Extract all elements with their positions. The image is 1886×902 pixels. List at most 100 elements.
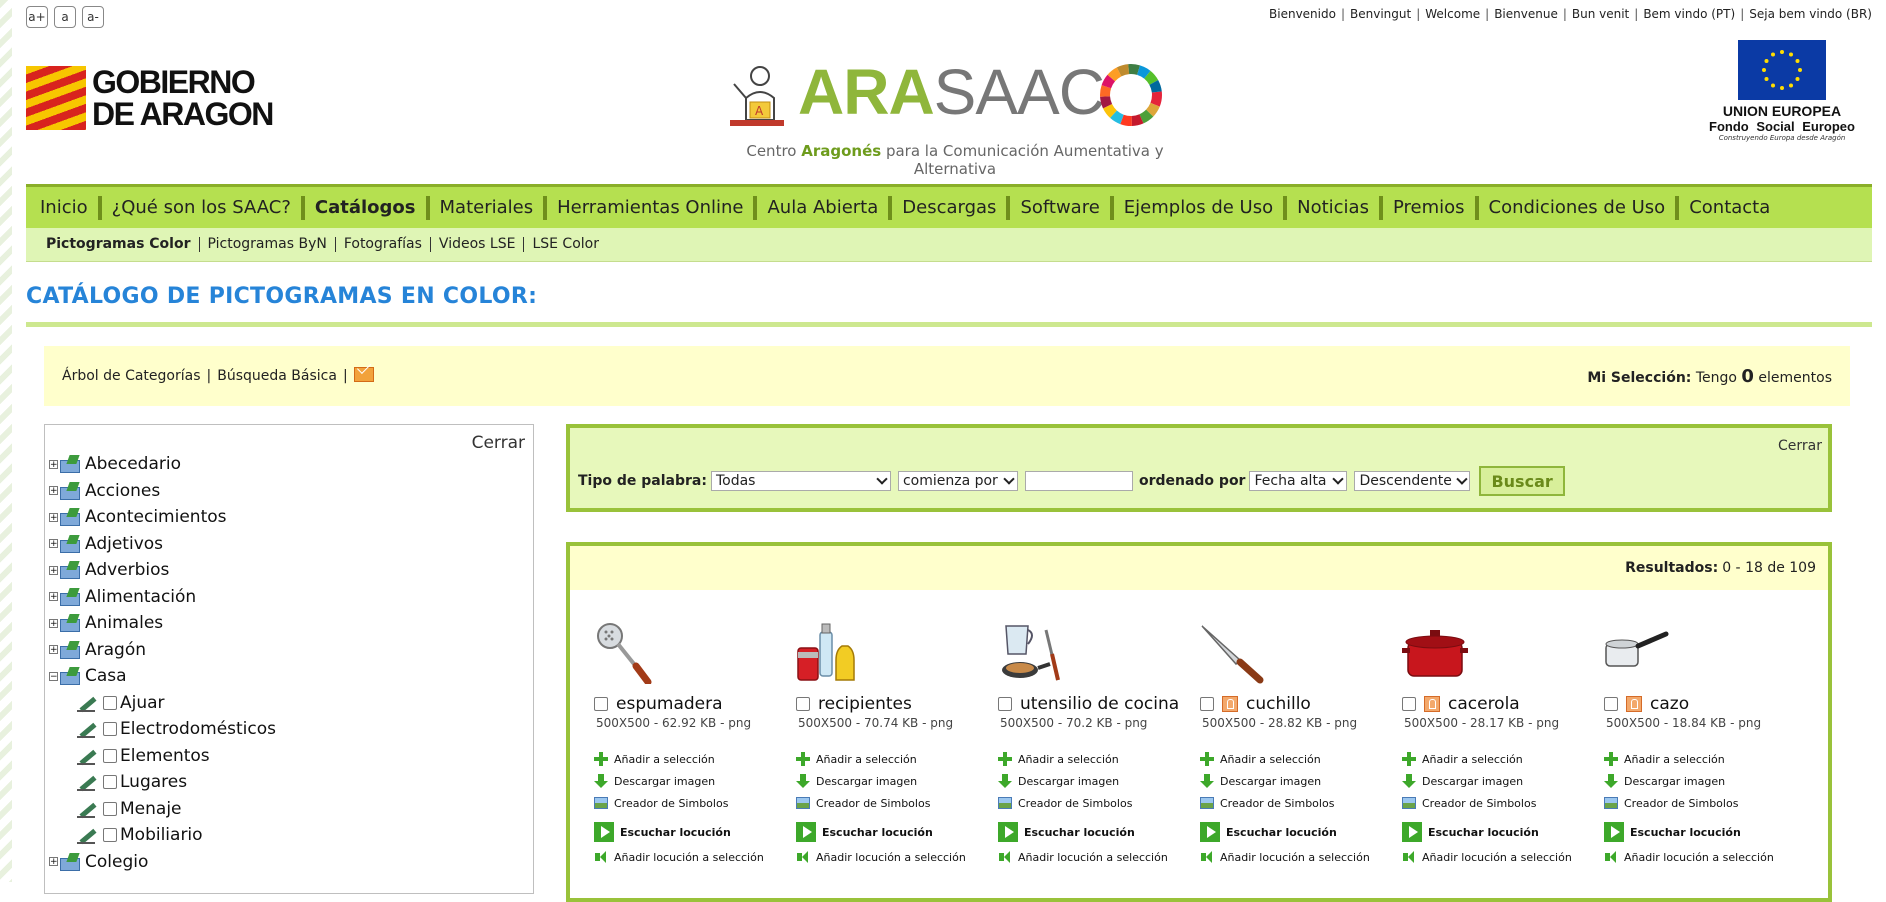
listen-audio-link[interactable]: Escuchar locución [1200, 818, 1402, 846]
symbol-creator-link[interactable]: Creador de Simbolos [594, 792, 796, 814]
select-checkbox[interactable] [1402, 697, 1416, 711]
tree-item-acciones[interactable]: + Acciones [49, 478, 276, 505]
pictogram-name[interactable]: espumadera [616, 694, 723, 714]
nav-herramientas-online[interactable]: Herramientas Online [547, 195, 758, 220]
pictogram-name[interactable]: utensilio de cocina [1020, 694, 1179, 714]
add-to-selection-link[interactable]: Añadir a selección [796, 748, 998, 770]
tree-subitem-elementos[interactable]: Elementos [49, 743, 276, 770]
add-audio-link[interactable]: Añadir locución a selección [998, 846, 1200, 868]
download-image-link[interactable]: Descargar imagen [1200, 770, 1402, 792]
tree-subitem-lugares[interactable]: Lugares [49, 769, 276, 796]
kitchen-utensil-icon[interactable] [998, 620, 1064, 684]
add-to-selection-link[interactable]: Añadir a selección [1402, 748, 1604, 770]
containers-icon[interactable] [796, 620, 862, 684]
pot-icon[interactable] [1402, 620, 1468, 684]
subnav-pictogramas-byn[interactable]: Pictogramas ByN [200, 237, 336, 252]
select-checkbox[interactable] [594, 697, 608, 711]
subcategory-checkbox[interactable] [103, 775, 117, 790]
symbol-creator-link[interactable]: Creador de Simbolos [1200, 792, 1402, 814]
tree-item-abecedario[interactable]: + Abecedario [49, 451, 276, 478]
pictogram-name[interactable]: cuchillo [1246, 694, 1311, 714]
tree-item-casa[interactable]: − Casa [49, 663, 276, 690]
tree-subitem-electrodomesticos[interactable]: Electrodomésticos [49, 716, 276, 743]
symbol-creator-link[interactable]: Creador de Simbolos [1604, 792, 1806, 814]
match-mode-select[interactable]: comienza por [897, 471, 1018, 491]
download-image-link[interactable]: Descargar imagen [594, 770, 796, 792]
tree-item-colegio[interactable]: + Colegio [49, 849, 276, 876]
listen-audio-link[interactable]: Escuchar locución [796, 818, 998, 846]
add-audio-link[interactable]: Añadir locución a selección [1402, 846, 1604, 868]
font-decrease-button[interactable]: a- [82, 6, 104, 28]
sign-language-icon[interactable] [1424, 696, 1440, 712]
nav-software[interactable]: Software [1010, 195, 1114, 220]
add-to-selection-link[interactable]: Añadir a selección [594, 748, 796, 770]
subcategory-checkbox[interactable] [103, 695, 117, 710]
search-button[interactable]: Buscar [1479, 466, 1565, 496]
download-image-link[interactable]: Descargar imagen [1402, 770, 1604, 792]
lang-link-ro[interactable]: Bun venit [1572, 7, 1629, 21]
search-input[interactable] [1024, 471, 1133, 491]
nav-materiales[interactable]: Materiales [430, 195, 548, 220]
nav-noticias[interactable]: Noticias [1287, 195, 1383, 220]
search-close-link[interactable]: Cerrar [1778, 438, 1822, 454]
subnav-fotografias[interactable]: Fotografías [336, 237, 431, 252]
tree-item-adjetivos[interactable]: + Adjetivos [49, 531, 276, 558]
add-audio-link[interactable]: Añadir locución a selección [1604, 846, 1806, 868]
nav-ejemplos-uso[interactable]: Ejemplos de Uso [1114, 195, 1288, 220]
download-image-link[interactable]: Descargar imagen [1604, 770, 1806, 792]
add-audio-link[interactable]: Añadir locución a selección [796, 846, 998, 868]
sign-language-icon[interactable] [1626, 696, 1642, 712]
download-image-link[interactable]: Descargar imagen [796, 770, 998, 792]
tree-view-link[interactable]: Árbol de Categorías [62, 368, 201, 384]
listen-audio-link[interactable]: Escuchar locución [998, 818, 1200, 846]
union-europea-logo[interactable]: UNION EUROPEA Fondo Social Europeo Const… [1702, 40, 1862, 144]
symbol-creator-link[interactable]: Creador de Simbolos [998, 792, 1200, 814]
skimmer-icon[interactable] [594, 620, 660, 686]
tree-item-animales[interactable]: + Animales [49, 610, 276, 637]
subnav-lse-color[interactable]: LSE Color [524, 237, 607, 252]
lang-link-en[interactable]: Welcome [1425, 7, 1480, 21]
font-reset-button[interactable]: a [54, 6, 76, 28]
nav-contacta[interactable]: Contacta [1679, 196, 1780, 220]
lang-link-fr[interactable]: Bienvenue [1494, 7, 1558, 21]
listen-audio-link[interactable]: Escuchar locución [594, 818, 796, 846]
select-checkbox[interactable] [998, 697, 1012, 711]
gobierno-aragon-logo[interactable]: GOBIERNO DE ARAGON [26, 66, 326, 130]
listen-audio-link[interactable]: Escuchar locución [1402, 818, 1604, 846]
tree-subitem-mobiliario[interactable]: Mobiliario [49, 822, 276, 849]
subcategory-checkbox[interactable] [103, 801, 117, 816]
listen-audio-link[interactable]: Escuchar locución [1604, 818, 1806, 846]
nav-catalogos[interactable]: Catálogos [305, 195, 430, 220]
add-audio-link[interactable]: Añadir locución a selección [594, 846, 796, 868]
tree-subitem-menaje[interactable]: Menaje [49, 796, 276, 823]
lang-link-es[interactable]: Bienvenido [1269, 7, 1336, 21]
lang-link-pt[interactable]: Bem vindo (PT) [1643, 7, 1735, 21]
symbol-creator-link[interactable]: Creador de Simbolos [1402, 792, 1604, 814]
word-type-select[interactable]: Todas [710, 471, 891, 491]
font-increase-button[interactable]: a+ [26, 6, 48, 28]
order-direction-select[interactable]: Descendente [1354, 471, 1471, 491]
subnav-pictogramas-color[interactable]: Pictogramas Color [46, 237, 200, 252]
tree-item-aragon[interactable]: + Aragón [49, 637, 276, 664]
symbol-creator-link[interactable]: Creador de Simbolos [796, 792, 998, 814]
saucepan-icon[interactable] [1604, 620, 1670, 684]
knife-icon[interactable] [1200, 620, 1266, 684]
select-checkbox[interactable] [1200, 697, 1214, 711]
subnav-videos-lse[interactable]: Videos LSE [431, 237, 525, 252]
tree-item-alimentacion[interactable]: + Alimentación [49, 584, 276, 611]
tree-item-adverbios[interactable]: + Adverbios [49, 557, 276, 584]
pictogram-name[interactable]: cazo [1650, 694, 1689, 714]
nav-descargas[interactable]: Descargas [892, 195, 1011, 220]
nav-que-son-saac[interactable]: ¿Qué son los SAAC? [102, 195, 305, 220]
pictogram-name[interactable]: cacerola [1448, 694, 1520, 714]
select-checkbox[interactable] [1604, 697, 1618, 711]
add-audio-link[interactable]: Añadir locución a selección [1200, 846, 1402, 868]
nav-condiciones-uso[interactable]: Condiciones de Uso [1479, 195, 1680, 220]
arasaac-logo[interactable]: A ARASAAC Centro Aragonés para la Comuni… [720, 56, 1190, 178]
subcategory-checkbox[interactable] [103, 828, 117, 843]
add-to-selection-link[interactable]: Añadir a selección [1200, 748, 1402, 770]
select-checkbox[interactable] [796, 697, 810, 711]
download-image-link[interactable]: Descargar imagen [998, 770, 1200, 792]
order-by-select[interactable]: Fecha alta [1249, 471, 1348, 491]
add-to-selection-link[interactable]: Añadir a selección [1604, 748, 1806, 770]
